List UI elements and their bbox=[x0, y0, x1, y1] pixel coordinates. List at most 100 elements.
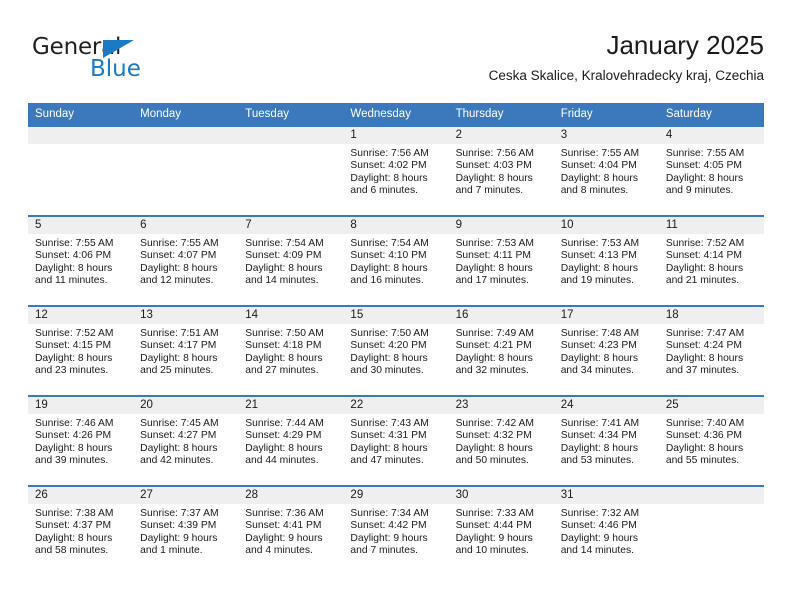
weekday-header-tuesday: Tuesday bbox=[245, 108, 289, 120]
sunrise-text: Sunrise: 7:36 AM bbox=[245, 508, 324, 519]
weekday-header-monday: Monday bbox=[140, 108, 182, 120]
sunrise-text: Sunrise: 7:50 AM bbox=[350, 328, 429, 339]
daylight-text-line1: Daylight: 8 hours bbox=[665, 352, 744, 364]
sunrise-text: Sunrise: 7:53 AM bbox=[560, 238, 640, 249]
day-cell[interactable]: 31 Sunrise: 7:32 AM Sunset: 4:46 PM Dayl… bbox=[554, 487, 659, 575]
day-details: Sunrise: 7:55 AM Sunset: 4:04 PM Dayligh… bbox=[561, 148, 652, 198]
day-cell[interactable]: 19 Sunrise: 7:46 AM Sunset: 4:26 PM Dayl… bbox=[28, 397, 133, 485]
sunset-text: Sunset: 4:37 PM bbox=[35, 520, 112, 532]
sunset-text: Sunset: 4:09 PM bbox=[245, 250, 322, 262]
day-cell[interactable] bbox=[133, 127, 238, 215]
daylight-text-line2: and 44 minutes. bbox=[245, 455, 319, 467]
sunset-text: Sunset: 4:04 PM bbox=[560, 160, 637, 172]
day-cell[interactable]: 14 Sunrise: 7:50 AM Sunset: 4:18 PM Dayl… bbox=[238, 307, 343, 395]
day-cell[interactable]: 2 Sunrise: 7:56 AM Sunset: 4:03 PM Dayli… bbox=[449, 127, 554, 215]
day-cell[interactable] bbox=[28, 127, 133, 215]
weekday-header-sunday: Sunday bbox=[35, 108, 75, 120]
daylight-text-line2: and 17 minutes. bbox=[455, 275, 529, 287]
daylight-text-line2: and 7 minutes. bbox=[350, 545, 418, 557]
day-cell[interactable]: 4 Sunrise: 7:55 AM Sunset: 4:05 PM Dayli… bbox=[659, 127, 764, 215]
sunset-text: Sunset: 4:05 PM bbox=[665, 160, 742, 172]
daylight-text-line2: and 14 minutes. bbox=[560, 545, 634, 557]
day-cell[interactable]: 10 Sunrise: 7:53 AM Sunset: 4:13 PM Dayl… bbox=[554, 217, 659, 305]
sunset-text: Sunset: 4:29 PM bbox=[245, 430, 322, 442]
daylight-text-line1: Daylight: 8 hours bbox=[35, 532, 113, 544]
daylight-text-line1: Daylight: 8 hours bbox=[560, 262, 638, 274]
sunrise-text: Sunrise: 7:43 AM bbox=[350, 418, 429, 429]
calendar-week-row: 1 Sunrise: 7:56 AM Sunset: 4:02 PM Dayli… bbox=[28, 125, 764, 215]
day-cell[interactable]: 6 Sunrise: 7:55 AM Sunset: 4:07 PM Dayli… bbox=[133, 217, 238, 305]
sunset-text: Sunset: 4:03 PM bbox=[455, 160, 532, 172]
day-cell[interactable]: 20 Sunrise: 7:45 AM Sunset: 4:27 PM Dayl… bbox=[133, 397, 238, 485]
sunrise-text: Sunrise: 7:48 AM bbox=[560, 328, 640, 339]
day-number: 3 bbox=[560, 129, 568, 141]
day-cell[interactable]: 29 Sunrise: 7:34 AM Sunset: 4:42 PM Dayl… bbox=[343, 487, 448, 575]
daylight-text-line1: Daylight: 8 hours bbox=[245, 442, 323, 454]
day-cell[interactable]: 30 Sunrise: 7:33 AM Sunset: 4:44 PM Dayl… bbox=[449, 487, 554, 575]
day-cell[interactable]: 23 Sunrise: 7:42 AM Sunset: 4:32 PM Dayl… bbox=[449, 397, 554, 485]
daylight-text-line1: Daylight: 9 hours bbox=[455, 532, 533, 544]
day-cell[interactable] bbox=[659, 487, 764, 575]
sunset-text: Sunset: 4:31 PM bbox=[350, 430, 427, 442]
daylight-text-line2: and 14 minutes. bbox=[245, 275, 319, 287]
day-cell[interactable]: 3 Sunrise: 7:55 AM Sunset: 4:04 PM Dayli… bbox=[554, 127, 659, 215]
sunset-text: Sunset: 4:11 PM bbox=[455, 250, 531, 262]
daylight-text-line2: and 10 minutes. bbox=[455, 545, 529, 557]
day-details: Sunrise: 7:55 AM Sunset: 4:07 PM Dayligh… bbox=[140, 238, 231, 288]
sunset-text: Sunset: 4:15 PM bbox=[35, 340, 112, 352]
day-cell[interactable]: 8 Sunrise: 7:54 AM Sunset: 4:10 PM Dayli… bbox=[343, 217, 448, 305]
daylight-text-line1: Daylight: 8 hours bbox=[35, 352, 113, 364]
day-cell[interactable]: 12 Sunrise: 7:52 AM Sunset: 4:15 PM Dayl… bbox=[28, 307, 133, 395]
day-cell[interactable]: 25 Sunrise: 7:40 AM Sunset: 4:36 PM Dayl… bbox=[659, 397, 764, 485]
sunset-text: Sunset: 4:17 PM bbox=[140, 340, 217, 352]
day-cell[interactable]: 1 Sunrise: 7:56 AM Sunset: 4:02 PM Dayli… bbox=[343, 127, 448, 215]
logo-text-blue: Blue bbox=[90, 56, 141, 82]
calendar-week-row: 19 Sunrise: 7:46 AM Sunset: 4:26 PM Dayl… bbox=[28, 395, 764, 485]
day-details: Sunrise: 7:48 AM Sunset: 4:23 PM Dayligh… bbox=[561, 328, 652, 378]
daylight-text-line1: Daylight: 9 hours bbox=[245, 532, 323, 544]
sunset-text: Sunset: 4:07 PM bbox=[140, 250, 217, 262]
day-cell[interactable]: 22 Sunrise: 7:43 AM Sunset: 4:31 PM Dayl… bbox=[343, 397, 448, 485]
sunrise-text: Sunrise: 7:51 AM bbox=[140, 328, 219, 339]
day-details: Sunrise: 7:56 AM Sunset: 4:03 PM Dayligh… bbox=[456, 148, 547, 198]
day-cell[interactable]: 24 Sunrise: 7:41 AM Sunset: 4:34 PM Dayl… bbox=[554, 397, 659, 485]
day-cell[interactable] bbox=[238, 127, 343, 215]
day-cell[interactable]: 5 Sunrise: 7:55 AM Sunset: 4:06 PM Dayli… bbox=[28, 217, 133, 305]
day-cell[interactable]: 11 Sunrise: 7:52 AM Sunset: 4:14 PM Dayl… bbox=[659, 217, 764, 305]
day-cell[interactable]: 9 Sunrise: 7:53 AM Sunset: 4:11 PM Dayli… bbox=[449, 217, 554, 305]
day-cell[interactable]: 15 Sunrise: 7:50 AM Sunset: 4:20 PM Dayl… bbox=[343, 307, 448, 395]
day-cell[interactable]: 7 Sunrise: 7:54 AM Sunset: 4:09 PM Dayli… bbox=[238, 217, 343, 305]
sunset-text: Sunset: 4:18 PM bbox=[245, 340, 322, 352]
day-number: 7 bbox=[245, 219, 252, 231]
sunset-text: Sunset: 4:20 PM bbox=[350, 340, 427, 352]
daylight-text-line2: and 47 minutes. bbox=[350, 455, 424, 467]
daylight-text-line2: and 9 minutes. bbox=[665, 185, 734, 197]
daylight-text-line1: Daylight: 8 hours bbox=[140, 442, 218, 454]
day-cell[interactable]: 18 Sunrise: 7:47 AM Sunset: 4:24 PM Dayl… bbox=[659, 307, 764, 395]
day-details: Sunrise: 7:45 AM Sunset: 4:27 PM Dayligh… bbox=[140, 418, 231, 468]
day-number: 27 bbox=[140, 489, 153, 501]
day-number bbox=[245, 127, 336, 144]
sunrise-text: Sunrise: 7:52 AM bbox=[665, 238, 745, 249]
day-cell[interactable]: 27 Sunrise: 7:37 AM Sunset: 4:39 PM Dayl… bbox=[133, 487, 238, 575]
sunset-text: Sunset: 4:10 PM bbox=[350, 250, 427, 262]
daylight-text-line2: and 53 minutes. bbox=[560, 455, 634, 467]
daylight-text-line1: Daylight: 8 hours bbox=[350, 442, 428, 454]
day-cell[interactable]: 16 Sunrise: 7:49 AM Sunset: 4:21 PM Dayl… bbox=[449, 307, 554, 395]
daylight-text-line2: and 50 minutes. bbox=[455, 455, 529, 467]
daylight-text-line1: Daylight: 8 hours bbox=[350, 172, 428, 184]
day-cell[interactable]: 26 Sunrise: 7:38 AM Sunset: 4:37 PM Dayl… bbox=[28, 487, 133, 575]
day-number: 6 bbox=[140, 219, 147, 231]
weekday-header-saturday: Saturday bbox=[665, 108, 712, 120]
sunrise-text: Sunrise: 7:54 AM bbox=[245, 238, 324, 249]
day-number: 25 bbox=[665, 399, 679, 411]
sunrise-text: Sunrise: 7:38 AM bbox=[35, 508, 114, 519]
day-cell[interactable]: 17 Sunrise: 7:48 AM Sunset: 4:23 PM Dayl… bbox=[554, 307, 659, 395]
daylight-text-line2: and 6 minutes. bbox=[350, 185, 418, 197]
day-details: Sunrise: 7:40 AM Sunset: 4:36 PM Dayligh… bbox=[666, 418, 757, 468]
daylight-text-line1: Daylight: 8 hours bbox=[455, 442, 533, 454]
day-cell[interactable]: 28 Sunrise: 7:36 AM Sunset: 4:41 PM Dayl… bbox=[238, 487, 343, 575]
day-cell[interactable]: 13 Sunrise: 7:51 AM Sunset: 4:17 PM Dayl… bbox=[133, 307, 238, 395]
general-blue-logo[interactable]: General Blue bbox=[32, 34, 212, 84]
day-cell[interactable]: 21 Sunrise: 7:44 AM Sunset: 4:29 PM Dayl… bbox=[238, 397, 343, 485]
